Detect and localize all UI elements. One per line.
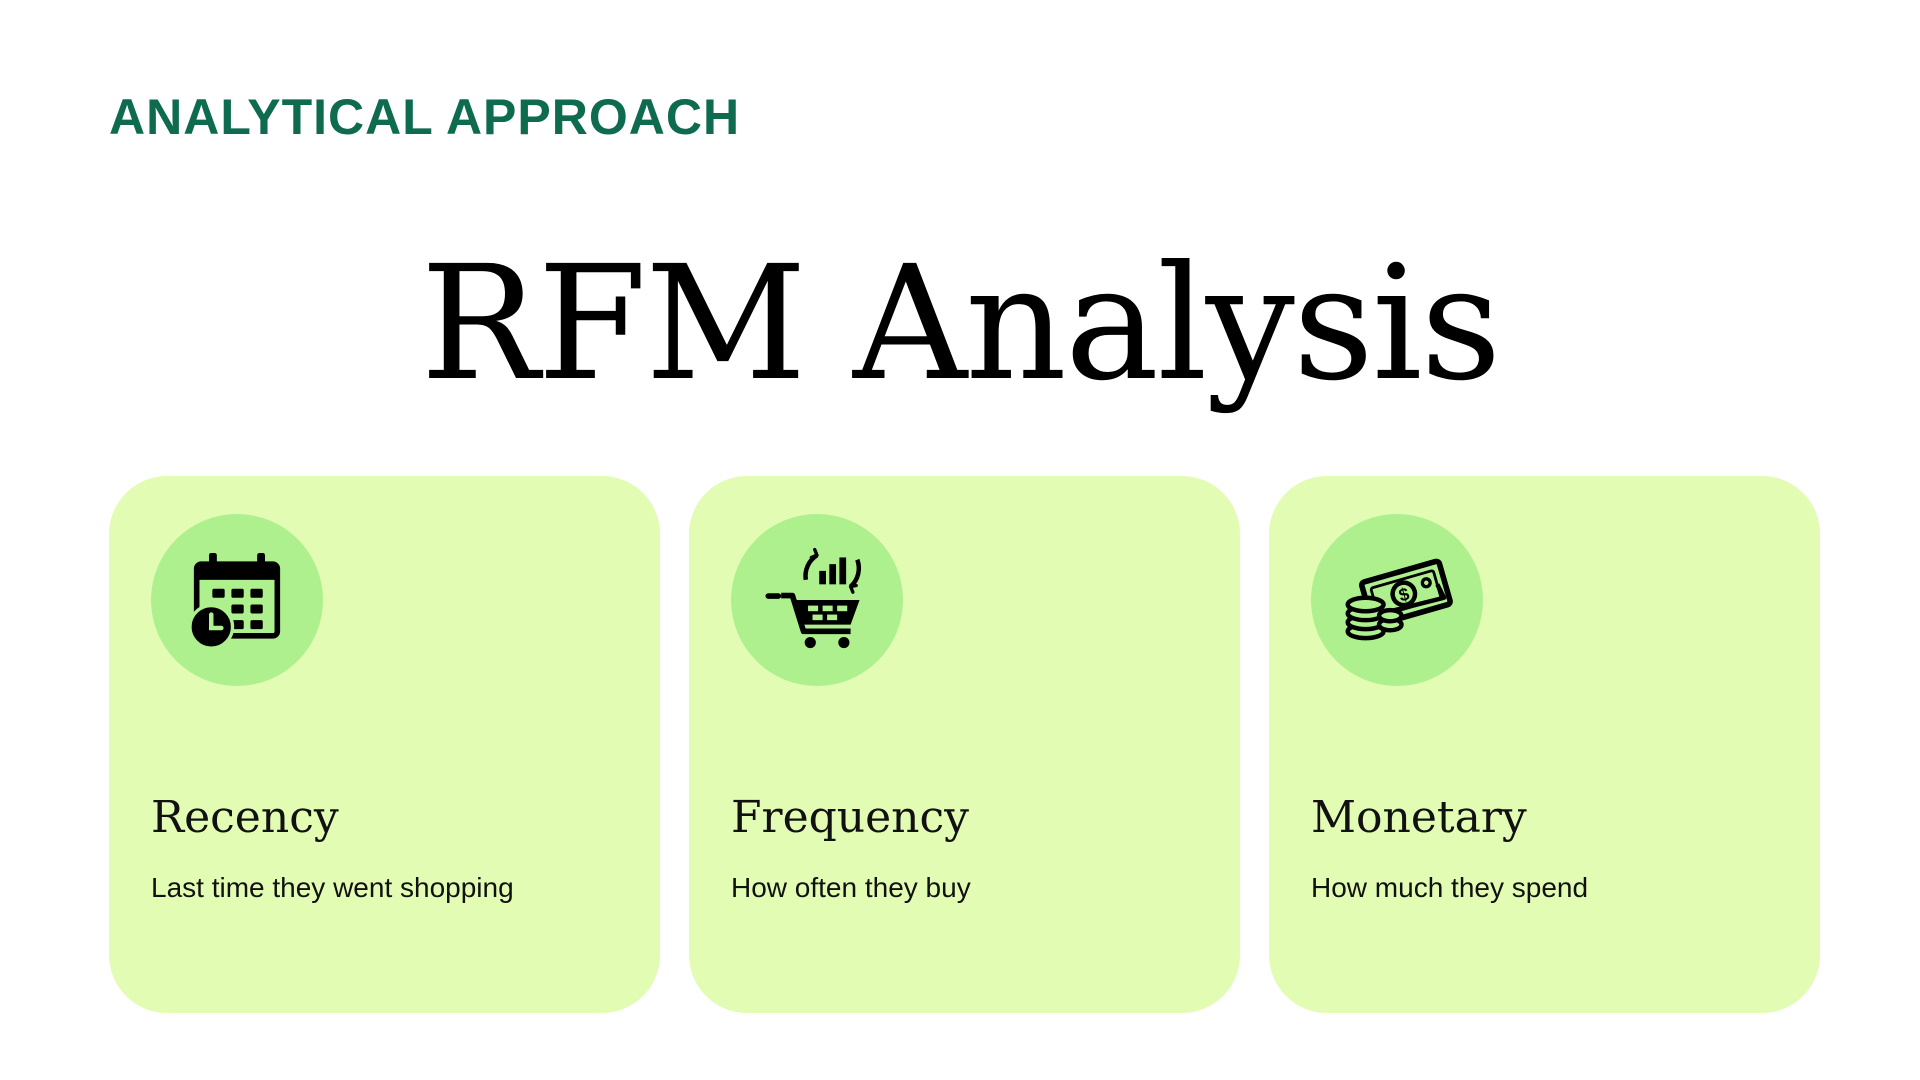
icon-badge — [151, 514, 323, 686]
icon-badge: $ — [1311, 514, 1483, 686]
page-title: RFM Analysis — [420, 232, 1501, 416]
calendar-clock-icon — [188, 552, 281, 650]
card-description: Last time they went shopping — [151, 872, 514, 903]
section-label: ANALYTICAL APPROACH — [109, 89, 741, 145]
card-description: How much they spend — [1311, 872, 1589, 903]
card-title: Frequency — [731, 792, 969, 843]
card-title: Monetary — [1311, 792, 1527, 843]
card-title: Recency — [151, 792, 339, 843]
card-recency: Recency Last time they went shopping — [109, 476, 660, 1013]
icon-badge — [731, 514, 903, 686]
card-description: How often they buy — [731, 872, 971, 903]
rfm-cards: Recency Last time they went shopping Fre… — [109, 476, 1822, 1013]
money-coins-icon: $ — [1345, 558, 1453, 641]
shopping-cart-chart-icon — [765, 547, 862, 649]
card-frequency: Frequency How often they buy — [689, 476, 1240, 1013]
card-monetary: $ Monetary How much they spend — [1269, 476, 1820, 1013]
